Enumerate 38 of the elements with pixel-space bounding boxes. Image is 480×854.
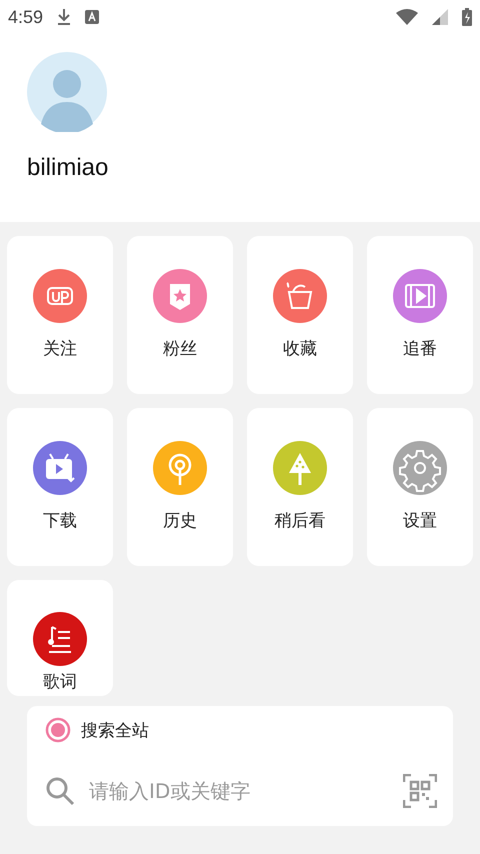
menu-label: 下载 (43, 510, 77, 532)
menu-card[interactable]: 设置 (367, 408, 473, 566)
menu-card[interactable]: 下载 (7, 408, 113, 566)
battery-icon (462, 8, 472, 26)
radio-button[interactable] (45, 717, 71, 743)
search-scope-label: 搜索全站 (81, 720, 149, 742)
star-badge-icon (153, 269, 207, 323)
menu-card[interactable]: 追番 (367, 236, 473, 394)
radio-tower-icon (153, 441, 207, 495)
film-icon (393, 269, 447, 323)
menu-label: 关注 (43, 338, 77, 360)
menu-card[interactable]: 收藏 (247, 236, 353, 394)
app-notification-icon (85, 10, 100, 24)
user-name: bilimiao (27, 154, 108, 182)
menu-label: 追番 (403, 338, 437, 360)
tv-download-icon (33, 441, 87, 495)
menu-label: 历史 (163, 510, 197, 532)
menu-label: 粉丝 (163, 338, 197, 360)
menu-card[interactable]: 历史 (127, 408, 233, 566)
bucket-icon (273, 269, 327, 323)
signal-icon (432, 9, 448, 25)
menu-label: 歌词 (43, 671, 77, 693)
status-time: 4:59 (8, 6, 44, 28)
wifi-icon (396, 9, 418, 25)
menu-card[interactable]: 稍后看 (247, 408, 353, 566)
menu-card[interactable]: 歌词 (7, 580, 113, 696)
gear-icon (393, 441, 447, 495)
menu-card[interactable]: 粉丝 (127, 236, 233, 394)
menu-card[interactable]: 关注 (7, 236, 113, 394)
menu-label: 稍后看 (274, 510, 326, 532)
menu-label: 设置 (403, 510, 437, 532)
up-badge-icon (33, 269, 87, 323)
qr-scan-icon[interactable] (403, 774, 437, 808)
lyrics-icon (33, 612, 87, 666)
menu-label: 收藏 (283, 338, 317, 360)
search-icon (45, 776, 75, 806)
download-icon (57, 8, 72, 26)
search-field[interactable]: 请输入ID或关键字 (87, 778, 391, 804)
